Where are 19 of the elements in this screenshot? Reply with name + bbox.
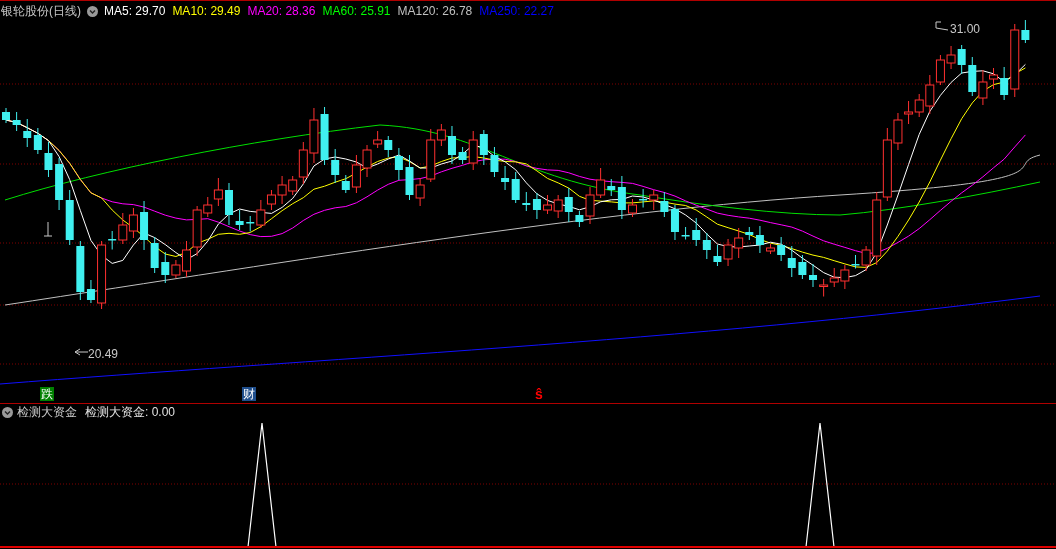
arrow-icon [74,348,89,356]
moving-average-value: MA20: 28.36 [247,3,316,20]
moving-average-value: MA250: 22.27 [479,3,554,20]
signal-marker: 跌 [40,387,54,401]
moving-average-value: MA5: 29.70 [104,3,166,20]
low-price-label: 20.49 [88,346,119,363]
dropdown-icon[interactable] [87,5,98,17]
moving-average-value: MA120: 26.78 [397,3,473,20]
moving-average-value: MA10: 29.49 [172,3,241,20]
arrow-icon [935,21,949,31]
signal-marker: 财 [242,387,256,401]
marker-icon [43,221,53,237]
high-price-label: 31.00 [950,21,981,38]
indicator-readout: 检测大资金: 0.00 [85,404,176,421]
signal-marker: ŝ [534,387,544,401]
indicator-title: 检测大资金 [17,404,77,421]
dropdown-icon[interactable] [2,406,13,418]
stock-title: 银轮股份(日线) [0,3,81,20]
moving-average-value: MA60: 25.91 [322,3,391,20]
